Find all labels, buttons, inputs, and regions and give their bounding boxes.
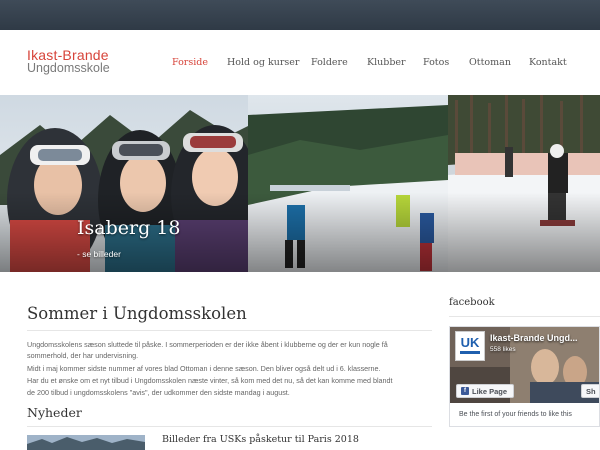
paragraph-line: de 200 tilbud i ungdomsskolens "avis", d… (27, 388, 290, 397)
facebook-widget: UK Ikast-Brande Ungd... 558 likes f Like… (449, 326, 600, 427)
facebook-page-logo[interactable]: UK (455, 331, 485, 361)
nav-item-klubber[interactable]: Klubber (367, 57, 406, 68)
title-divider (27, 330, 432, 331)
paragraph-line: Har du et ønske om et nyt tilbud i Ungdo… (27, 376, 393, 385)
nav-item-kontakt[interactable]: Kontakt (529, 57, 567, 68)
like-label: Like Page (472, 387, 508, 396)
news-item-link[interactable]: Billeder fra USKs påsketur til Paris 201… (162, 434, 359, 445)
sidebar-divider (449, 316, 600, 317)
hero-title[interactable]: Isaberg 18 (77, 217, 180, 239)
facebook-cover[interactable]: UK Ikast-Brande Ungd... 558 likes f Like… (450, 327, 599, 403)
nav-item-hold-og-kurser[interactable]: Hold og kurser (227, 57, 299, 68)
site-header: Ikast-Brande Ungdomsskole Forside Hold o… (0, 30, 600, 95)
facebook-page-name[interactable]: Ikast-Brande Ungd... (490, 333, 578, 343)
top-bar (0, 0, 600, 30)
news-divider (27, 426, 432, 427)
news-heading: Nyheder (27, 405, 82, 420)
news-thumbnail[interactable] (27, 435, 145, 450)
facebook-footer-text: Be the first of your friends to like thi… (459, 411, 572, 418)
paragraph-line: sommerhold, der har undervisning. (27, 351, 139, 360)
sidebar-heading: facebook (449, 297, 495, 308)
hero-slider[interactable] (0, 95, 600, 272)
nav-item-ottoman[interactable]: Ottoman (469, 57, 511, 68)
hero-subtitle-link[interactable]: - se billeder (77, 249, 121, 259)
paragraph-line: Midt i maj kommer sidste nummer af vores… (27, 364, 381, 373)
page-title: Sommer i Ungdomsskolen (27, 304, 247, 323)
share-label: Sh (586, 387, 596, 396)
nav-item-fotos[interactable]: Fotos (423, 57, 449, 68)
facebook-icon: f (461, 387, 469, 395)
hero-photo-collage (0, 95, 600, 272)
paragraph-line: Ungdomsskolens sæson sluttede til påske.… (27, 340, 388, 349)
nav-item-foldere[interactable]: Foldere (311, 57, 348, 68)
svg-text:UK: UK (461, 335, 480, 350)
facebook-likes-count: 558 likes (490, 346, 516, 353)
main-nav: Forside Hold og kurser Foldere Klubber F… (0, 57, 600, 71)
facebook-share-button[interactable]: Sh (581, 384, 599, 398)
nav-item-forside[interactable]: Forside (172, 57, 208, 68)
facebook-like-button[interactable]: f Like Page (456, 384, 514, 398)
